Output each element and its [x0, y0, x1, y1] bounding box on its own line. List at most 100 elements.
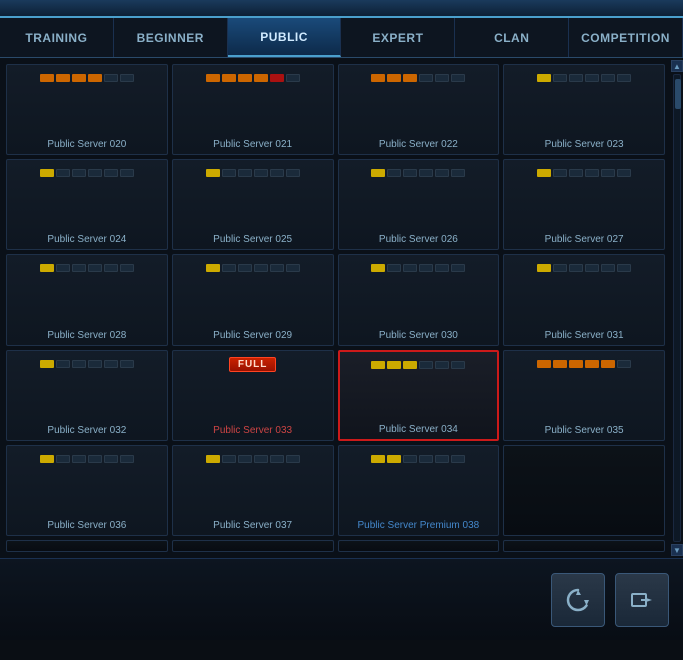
load-segment [104, 360, 118, 368]
server-card-034[interactable]: Public Server 034 [338, 350, 500, 441]
main-area: Public Server 020Public Server 021Public… [0, 58, 683, 558]
server-card-037[interactable]: Public Server 037 [172, 445, 334, 536]
scroll-thumb [675, 79, 681, 109]
load-segment [270, 264, 284, 272]
server-card-027[interactable]: Public Server 027 [503, 159, 665, 250]
load-segment [120, 264, 134, 272]
load-segment [537, 264, 551, 272]
load-bar-036 [11, 452, 163, 466]
tab-clan[interactable]: Clan [455, 18, 569, 57]
server-name-029: Public Server 029 [213, 326, 292, 341]
tab-training[interactable]: Training [0, 18, 114, 57]
load-segment [286, 264, 300, 272]
scroll-track[interactable] [673, 74, 681, 542]
server-card-022[interactable]: Public Server 022 [338, 64, 500, 155]
tab-competition[interactable]: Competition [569, 18, 683, 57]
load-bar-029 [177, 261, 329, 275]
load-segment [56, 455, 70, 463]
load-segment [451, 361, 465, 369]
load-segment [270, 455, 284, 463]
server-name-023: Public Server 023 [545, 135, 624, 150]
load-segment [585, 360, 599, 368]
load-segment [451, 264, 465, 272]
server-name-025: Public Server 025 [213, 230, 292, 245]
load-bar-025 [177, 166, 329, 180]
load-segment [585, 169, 599, 177]
load-segment [553, 169, 567, 177]
server-name-031: Public Server 031 [545, 326, 624, 341]
enter-button[interactable] [615, 573, 669, 627]
server-card-032[interactable]: Public Server 032 [6, 350, 168, 441]
load-segment [617, 74, 631, 82]
server-card-029[interactable]: Public Server 029 [172, 254, 334, 345]
load-bar-034 [344, 358, 494, 372]
load-segment [206, 455, 220, 463]
tab-beginner[interactable]: Beginner [114, 18, 228, 57]
server-name-036: Public Server 036 [47, 516, 126, 531]
load-bar-037 [177, 452, 329, 466]
load-segment [72, 455, 86, 463]
server-name-028: Public Server 028 [47, 326, 126, 341]
load-segment [553, 360, 567, 368]
load-segment [601, 169, 615, 177]
load-segment [72, 74, 86, 82]
load-segment [104, 74, 118, 82]
load-segment [238, 169, 252, 177]
load-segment [88, 455, 102, 463]
load-segment [40, 455, 54, 463]
load-segment [435, 169, 449, 177]
server-card-038[interactable]: Public Server Premium 038 [338, 445, 500, 536]
top-bar [0, 0, 683, 18]
load-segment [569, 264, 583, 272]
server-card-023[interactable]: Public Server 023 [503, 64, 665, 155]
server-name-034: Public Server 034 [379, 420, 458, 435]
load-segment [104, 455, 118, 463]
server-card-033[interactable]: FULLPublic Server 033 [172, 350, 334, 441]
server-card-030[interactable]: Public Server 030 [338, 254, 500, 345]
load-segment [569, 360, 583, 368]
load-segment [387, 455, 401, 463]
load-segment [371, 74, 385, 82]
scrollbar[interactable]: ▲ ▼ [671, 58, 683, 558]
load-segment [104, 169, 118, 177]
server-card-035[interactable]: Public Server 035 [503, 350, 665, 441]
load-segment [585, 264, 599, 272]
server-card-024[interactable]: Public Server 024 [6, 159, 168, 250]
load-segment [419, 74, 433, 82]
server-card-020[interactable]: Public Server 020 [6, 64, 168, 155]
server-card-039[interactable] [503, 445, 665, 536]
bottom-bar [0, 558, 683, 640]
server-name-035: Public Server 035 [545, 421, 624, 436]
load-bar-020 [11, 71, 163, 85]
server-card-031[interactable]: Public Server 031 [503, 254, 665, 345]
server-card-026[interactable]: Public Server 026 [338, 159, 500, 250]
server-card-028[interactable]: Public Server 028 [6, 254, 168, 345]
server-card-e1[interactable] [6, 540, 168, 552]
tab-public[interactable]: Public [228, 18, 342, 57]
load-bar-024 [11, 166, 163, 180]
load-segment [254, 264, 268, 272]
load-bar-026 [343, 166, 495, 180]
load-segment [72, 264, 86, 272]
server-name-033: Public Server 033 [213, 421, 292, 436]
server-card-e3[interactable] [338, 540, 500, 552]
scroll-up-btn[interactable]: ▲ [671, 60, 683, 72]
scroll-down-btn[interactable]: ▼ [671, 544, 683, 556]
load-segment [120, 169, 134, 177]
load-segment [419, 264, 433, 272]
load-segment [40, 360, 54, 368]
refresh-button[interactable] [551, 573, 605, 627]
load-segment [56, 360, 70, 368]
server-card-e2[interactable] [172, 540, 334, 552]
server-card-021[interactable]: Public Server 021 [172, 64, 334, 155]
server-name-032: Public Server 032 [47, 421, 126, 436]
load-segment [286, 455, 300, 463]
load-segment [56, 74, 70, 82]
server-card-036[interactable]: Public Server 036 [6, 445, 168, 536]
load-segment [387, 74, 401, 82]
load-segment [254, 74, 268, 82]
server-card-e4[interactable] [503, 540, 665, 552]
server-card-025[interactable]: Public Server 025 [172, 159, 334, 250]
load-segment [569, 74, 583, 82]
tab-expert[interactable]: Expert [341, 18, 455, 57]
